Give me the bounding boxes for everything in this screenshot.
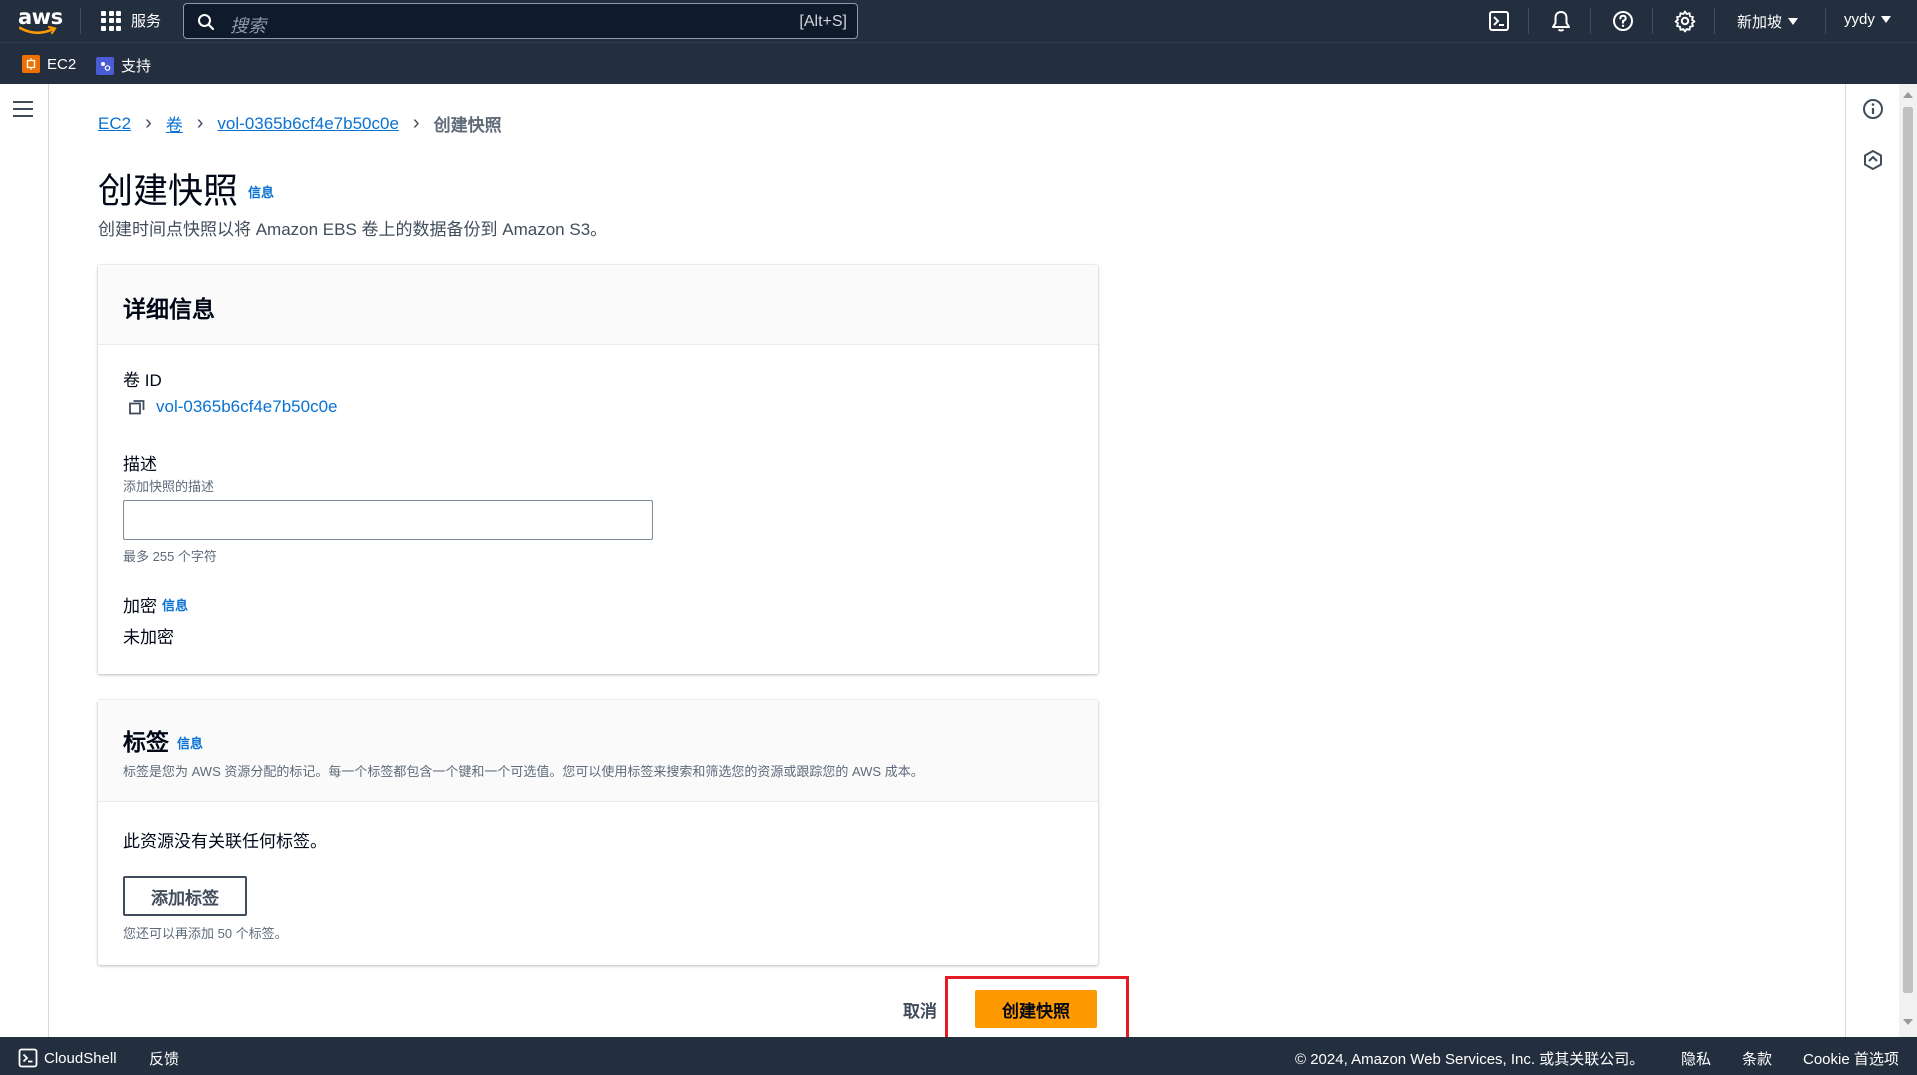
breadcrumb-volume-id[interactable]: vol-0365b6cf4e7b50c0e bbox=[217, 114, 398, 134]
nav-divider bbox=[80, 8, 81, 34]
description-constraint: 最多 255 个字符 bbox=[123, 549, 217, 564]
favorites-bar: EC2 支持 bbox=[0, 42, 1917, 84]
footer-cookie-link[interactable]: Cookie 首选项 bbox=[1803, 1048, 1899, 1069]
region-label: 新加坡 bbox=[1737, 14, 1783, 31]
footer-privacy-link[interactable]: 隐私 bbox=[1681, 1048, 1711, 1069]
page-description: 创建时间点快照以将 Amazon EBS 卷上的数据备份到 Amazon S3。 bbox=[98, 220, 608, 239]
bell-icon[interactable] bbox=[1549, 9, 1573, 33]
cloudshell-icon bbox=[18, 1048, 38, 1068]
aws-logo-text: aws bbox=[18, 5, 63, 29]
support-service-icon bbox=[96, 56, 114, 75]
nav-divider bbox=[1825, 8, 1826, 34]
nav-divider bbox=[1528, 8, 1529, 34]
chevron-right-icon: › bbox=[145, 112, 152, 134]
services-label: 服务 bbox=[131, 13, 162, 30]
aws-smile-icon bbox=[19, 26, 57, 35]
volume-id-text: vol-0365b6cf4e7b50c0e bbox=[156, 397, 338, 416]
encryption-info-link[interactable]: 信息 bbox=[162, 595, 188, 614]
tags-empty-text: 此资源没有关联任何标签。 bbox=[123, 832, 327, 851]
footer-terms-link[interactable]: 条款 bbox=[1742, 1048, 1772, 1069]
footer-cloudshell-label: CloudShell bbox=[44, 1049, 117, 1067]
chevron-right-icon: › bbox=[196, 112, 204, 134]
breadcrumb: EC2 › 卷 › vol-0365b6cf4e7b50c0e › 创建快照 bbox=[98, 111, 502, 136]
footer-privacy-label: 隐私 bbox=[1681, 1051, 1712, 1068]
tags-header: 标签 信息 标签是您为 AWS 资源分配的标记。每一个标签都包含一个键和一个可选… bbox=[98, 700, 1098, 802]
encryption-label-row: 加密 信息 bbox=[123, 592, 188, 617]
help-icon[interactable] bbox=[1611, 9, 1635, 33]
footer-cookie-label: Cookie 首选项 bbox=[1803, 1051, 1899, 1068]
aws-logo[interactable]: aws bbox=[18, 5, 63, 36]
menu-icon[interactable] bbox=[13, 101, 33, 117]
description-hint: 添加快照的描述 bbox=[123, 479, 215, 494]
details-header: 详细信息 bbox=[98, 265, 1098, 345]
account-label: yydy bbox=[1844, 11, 1875, 28]
description-input[interactable] bbox=[123, 500, 653, 540]
search-placeholder: 搜索 bbox=[230, 16, 266, 36]
breadcrumb-volumes[interactable]: 卷 bbox=[166, 111, 183, 136]
footer-copyright: © 2024, Amazon Web Services, Inc. 或其关联公司… bbox=[1295, 1048, 1644, 1069]
volume-id-label: 卷 ID bbox=[123, 371, 162, 390]
footer-feedback[interactable]: 反馈 bbox=[149, 1048, 179, 1069]
tags-container: 标签 信息 标签是您为 AWS 资源分配的标记。每一个标签都包含一个键和一个可选… bbox=[98, 700, 1098, 965]
footer-copyright-text: © 2024, Amazon Web Services, Inc. 或其关联公司… bbox=[1295, 1051, 1645, 1068]
nav-divider bbox=[1714, 8, 1715, 34]
scroll-down-icon[interactable] bbox=[1903, 1019, 1913, 1025]
hexagon-icon[interactable] bbox=[1862, 149, 1884, 171]
gear-icon[interactable] bbox=[1673, 9, 1697, 33]
add-tag-button[interactable]: 添加标签 bbox=[123, 876, 247, 916]
tags-title: 标签 bbox=[123, 729, 169, 755]
search-input[interactable]: 搜索 [Alt+S] bbox=[183, 3, 858, 39]
ec2-service-icon bbox=[22, 55, 40, 73]
grid-icon bbox=[101, 10, 121, 31]
cancel-button[interactable]: 取消 bbox=[903, 997, 937, 1022]
footer: CloudShell 反馈 © 2024, Amazon Web Service… bbox=[0, 1037, 1917, 1075]
encryption-value: 未加密 bbox=[123, 628, 174, 647]
details-title: 详细信息 bbox=[123, 296, 215, 322]
nav-divider bbox=[1652, 8, 1653, 34]
breadcrumb-current: 创建快照 bbox=[433, 116, 502, 135]
favorite-label: EC2 bbox=[47, 55, 77, 73]
page-title: 创建快照 bbox=[98, 172, 239, 211]
chevron-right-icon: › bbox=[412, 112, 420, 134]
tags-info-link[interactable]: 信息 bbox=[177, 733, 203, 752]
tools-panel-collapsed bbox=[1845, 84, 1899, 1037]
volume-id-value: vol-0365b6cf4e7b50c0e bbox=[128, 397, 337, 417]
top-navigation: aws 服务 搜索 [Alt+S] 新加坡 yydy bbox=[0, 0, 1917, 42]
footer-feedback-label: 反馈 bbox=[149, 1051, 180, 1068]
footer-cloudshell[interactable]: CloudShell bbox=[18, 1048, 117, 1068]
copy-icon[interactable] bbox=[128, 398, 146, 416]
tags-title-row: 标签 信息 bbox=[123, 723, 203, 757]
scroll-up-icon[interactable] bbox=[1903, 92, 1913, 98]
description-label: 描述 bbox=[123, 455, 157, 474]
details-container: 详细信息 卷 ID vol-0365b6cf4e7b50c0e 描述 添加快照的… bbox=[98, 265, 1098, 674]
favorite-support[interactable]: 支持 bbox=[96, 55, 151, 76]
tags-remaining: 您还可以再添加 50 个标签。 bbox=[123, 926, 288, 941]
scrollbar-thumb[interactable] bbox=[1903, 107, 1913, 993]
caret-down-icon bbox=[1788, 18, 1799, 25]
info-icon[interactable] bbox=[1862, 98, 1884, 120]
favorite-ec2[interactable]: EC2 bbox=[22, 55, 76, 73]
services-menu-button[interactable]: 服务 bbox=[101, 10, 161, 31]
caret-down-icon bbox=[1880, 16, 1891, 23]
cloudshell-icon[interactable] bbox=[1487, 9, 1511, 33]
search-icon bbox=[198, 14, 215, 31]
side-navigation-collapsed bbox=[0, 84, 49, 1037]
page-info-link[interactable]: 信息 bbox=[248, 182, 274, 201]
favorite-label: 支持 bbox=[121, 58, 152, 75]
nav-divider bbox=[1590, 8, 1591, 34]
footer-terms-label: 条款 bbox=[1742, 1051, 1773, 1068]
account-menu[interactable]: yydy bbox=[1844, 11, 1891, 28]
region-selector[interactable]: 新加坡 bbox=[1737, 11, 1799, 32]
search-shortcut: [Alt+S] bbox=[799, 13, 847, 30]
breadcrumb-ec2[interactable]: EC2 bbox=[98, 114, 131, 134]
tags-description: 标签是您为 AWS 资源分配的标记。每一个标签都包含一个键和一个可选值。您可以使… bbox=[123, 764, 924, 779]
encryption-label: 加密 bbox=[123, 597, 157, 616]
